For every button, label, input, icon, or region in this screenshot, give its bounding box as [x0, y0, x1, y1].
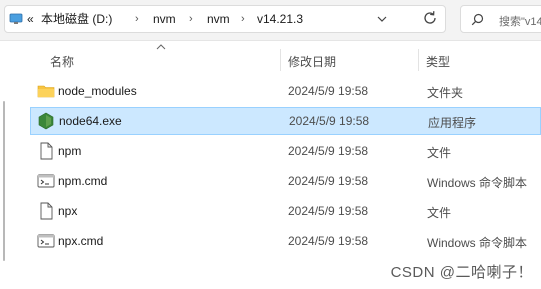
- column-header-type[interactable]: 类型: [426, 53, 450, 70]
- search-box[interactable]: 搜索"v14: [460, 5, 541, 33]
- breadcrumb-version[interactable]: v14.21.3: [257, 12, 303, 26]
- file-icon: [40, 202, 53, 220]
- breadcrumb-separator[interactable]: ›: [189, 12, 193, 26]
- file-type: 文件: [427, 146, 452, 160]
- file-name: node64.exe: [59, 114, 122, 128]
- file-modified: 2024/5/9 19:58: [288, 234, 369, 248]
- file-row-npm[interactable]: npm 2024/5/9 19:58 文件: [30, 137, 541, 165]
- file-row-node64-exe[interactable]: node64.exe 2024/5/9 19:58 应用程序: [30, 107, 541, 135]
- file-modified: 2024/5/9 19:58: [288, 174, 369, 188]
- file-icon: [40, 142, 53, 160]
- breadcrumb-nvm[interactable]: nvm: [153, 12, 176, 26]
- column-divider[interactable]: [280, 49, 281, 71]
- computer-icon: [9, 13, 23, 24]
- file-type: 应用程序: [428, 116, 477, 130]
- nav-scrollbar[interactable]: [3, 101, 5, 261]
- file-modified: 2024/5/9 19:58: [289, 114, 370, 128]
- navigation-pane: [0, 41, 22, 289]
- file-modified: 2024/5/9 19:58: [288, 84, 369, 98]
- toolbar: « 本地磁盘 (D:) › nvm › nvm › v14.21.3 搜索"v1…: [0, 0, 541, 41]
- file-type: 文件: [427, 206, 452, 220]
- file-row-npx[interactable]: npx 2024/5/9 19:58 文件: [30, 197, 541, 225]
- file-modified: 2024/5/9 19:58: [288, 144, 369, 158]
- address-bar[interactable]: « 本地磁盘 (D:) › nvm › nvm › v14.21.3: [4, 5, 446, 33]
- file-modified: 2024/5/9 19:58: [288, 204, 369, 218]
- watermark: CSDN @二哈喇子！: [390, 264, 533, 281]
- file-name: npx: [58, 204, 78, 218]
- column-header-name[interactable]: 名称: [50, 53, 74, 70]
- address-overflow[interactable]: «: [27, 12, 34, 26]
- search-icon: [471, 13, 484, 26]
- folder-icon: [37, 85, 55, 98]
- breadcrumb-nvm-2[interactable]: nvm: [207, 12, 230, 26]
- file-row-npx-cmd[interactable]: npx.cmd 2024/5/9 19:58 Windows 命令脚本: [30, 227, 541, 255]
- column-divider[interactable]: [418, 49, 419, 71]
- column-header-modified[interactable]: 修改日期: [288, 53, 336, 70]
- file-row-node-modules[interactable]: node_modules 2024/5/9 19:58 文件夹: [30, 77, 541, 105]
- breadcrumb-separator[interactable]: ›: [241, 12, 245, 26]
- search-input[interactable]: 搜索"v14: [499, 13, 541, 29]
- refresh-icon[interactable]: [421, 9, 439, 27]
- file-name: npm: [58, 144, 82, 158]
- node-app-icon: [38, 112, 54, 130]
- file-type: Windows 命令脚本: [427, 176, 528, 190]
- cmd-script-icon: [37, 234, 55, 248]
- column-header-row: 名称 修改日期 类型: [22, 41, 541, 79]
- sort-ascending-icon: [156, 44, 166, 50]
- chevron-down-icon[interactable]: [376, 13, 388, 25]
- file-row-npm-cmd[interactable]: npm.cmd 2024/5/9 19:58 Windows 命令脚本: [30, 167, 541, 195]
- file-type: 文件夹: [427, 86, 464, 100]
- file-type: Windows 命令脚本: [427, 236, 528, 250]
- breadcrumb-drive[interactable]: 本地磁盘 (D:): [41, 12, 112, 26]
- file-name: npm.cmd: [58, 174, 108, 188]
- breadcrumb-separator[interactable]: ›: [135, 12, 139, 26]
- cmd-script-icon: [37, 174, 55, 188]
- file-name: node_modules: [58, 84, 137, 98]
- file-name: npx.cmd: [58, 234, 104, 248]
